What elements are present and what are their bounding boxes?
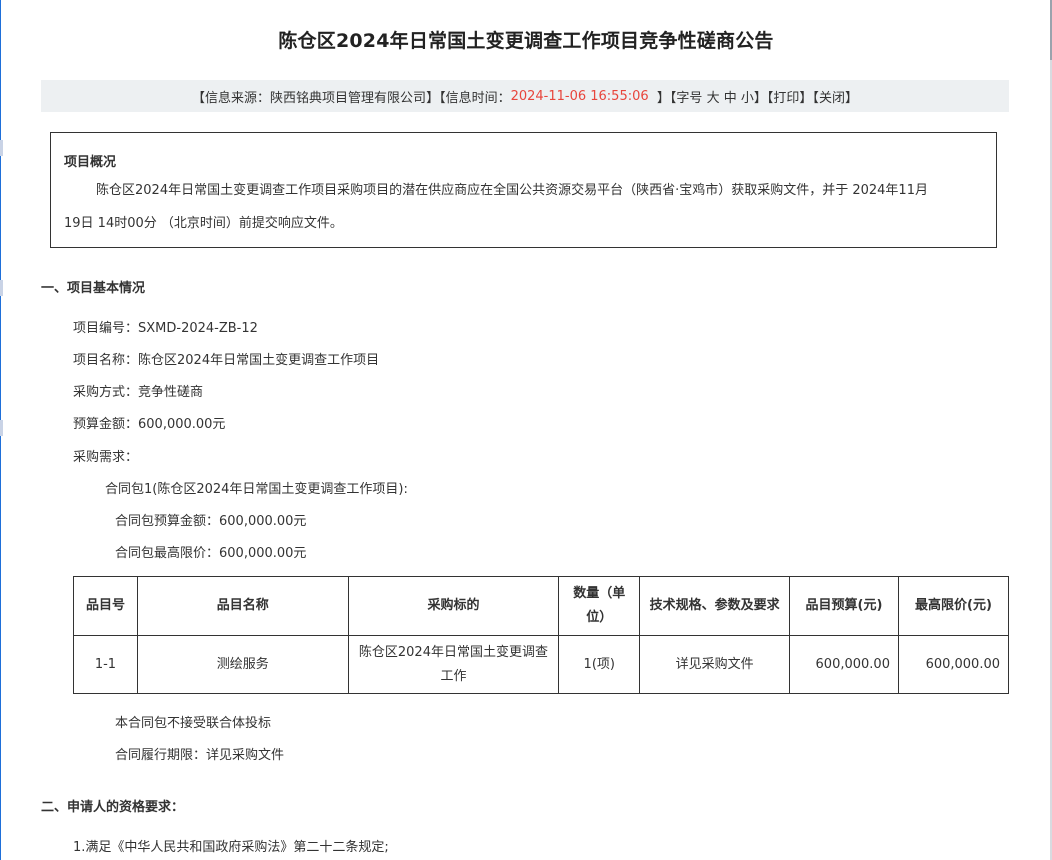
cell-item-name: 测绘服务 — [136, 635, 349, 694]
table-row: 1-1 测绘服务 陈仓区2024年日常国土变更调查工作 1(项) 详见采购文件 … — [73, 635, 1010, 694]
cell-spec: 详见采购文件 — [639, 635, 791, 694]
package-budget: 合同包预算金额：600,000.00元 — [115, 514, 307, 529]
info-end: 】 — [844, 90, 858, 106]
source-prefix: 【信息来源： — [192, 90, 271, 106]
cell-subject: 陈仓区2024年日常国土变更调查工作 — [347, 635, 560, 694]
section2-heading: 二、申请人的资格要求： — [41, 800, 185, 815]
procurement-requirement: 采购需求： — [73, 450, 139, 465]
header-item-no: 品目号 — [73, 576, 138, 636]
cell-item-no: 1-1 — [73, 635, 138, 694]
cell-quantity: 1(项) — [558, 635, 641, 694]
table-header-row: 品目号 品目名称 采购标的 数量（单位） 技术规格、参数及要求 品目预算(元) … — [73, 576, 1010, 636]
qualification-item-1: 1.满足《中华人民共和国政府采购法》第二十二条规定; — [73, 840, 389, 855]
cell-max-price: 600,000.00 — [897, 635, 1010, 694]
info-source: 陕西铭典项目管理有限公司 — [270, 90, 427, 106]
header-quantity: 数量（单位） — [558, 576, 641, 636]
no-joint-bidding: 本合同包不接受联合体投标 — [115, 716, 272, 731]
overview-text-line1: 陈仓区2024年日常国土变更调查工作项目采购项目的潜在供应商应在全国公共资源交易… — [96, 183, 928, 198]
overview-text-line2: 19日 14时00分 （北京时间）前提交响应文件。 — [64, 216, 343, 231]
header-spec: 技术规格、参数及要求 — [639, 576, 791, 636]
procurement-method: 采购方式：竞争性磋商 — [73, 385, 204, 400]
project-number: 项目编号：SXMD-2024-ZB-12 — [73, 321, 258, 336]
header-item-name: 品目名称 — [136, 576, 349, 636]
source-suffix: 】【信息时间： — [426, 90, 511, 106]
items-table: 品目号 品目名称 采购标的 数量（单位） 技术规格、参数及要求 品目预算(元) … — [73, 576, 1010, 694]
project-name: 项目名称：陈仓区2024年日常国土变更调查工作项目 — [73, 353, 380, 368]
contract-package: 合同包1(陈仓区2024年日常国土变更调查工作项目): — [105, 482, 408, 497]
font-suffix: 】【 — [753, 90, 774, 106]
header-max-price: 最高限价(元) — [897, 576, 1010, 636]
package-max-price: 合同包最高限价：600,000.00元 — [115, 546, 307, 561]
font-size-large-link[interactable]: 大 — [707, 87, 720, 106]
info-time: 2024-11-06 16:55:06 — [510, 88, 649, 104]
font-size-small-link[interactable]: 小 — [741, 87, 754, 106]
font-size-medium-link[interactable]: 中 — [724, 87, 737, 106]
info-separator: 】【 — [799, 90, 819, 106]
section1-heading: 一、项目基本情况 — [41, 281, 146, 296]
print-link[interactable]: 打印 — [773, 87, 799, 106]
time-suffix: 】【字号 — [648, 90, 707, 106]
header-subject: 采购标的 — [347, 576, 560, 636]
overview-title: 项目概况 — [64, 155, 117, 170]
header-item-budget: 品目预算(元) — [789, 576, 899, 636]
project-overview-box: 项目概况 陈仓区2024年日常国土变更调查工作项目采购项目的潜在供应商应在全国公… — [50, 132, 997, 248]
budget-amount: 预算金额：600,000.00元 — [73, 417, 226, 432]
page-title: 陈仓区2024年日常国土变更调查工作项目竞争性磋商公告 — [278, 30, 774, 52]
close-link[interactable]: 关闭 — [819, 87, 845, 106]
info-bar: 【信息来源： 陕西铭典项目管理有限公司 】【信息时间： 2024-11-06 1… — [41, 80, 1009, 112]
cell-item-budget: 600,000.00 — [789, 635, 899, 694]
contract-period: 合同履行期限：详见采购文件 — [115, 748, 285, 763]
